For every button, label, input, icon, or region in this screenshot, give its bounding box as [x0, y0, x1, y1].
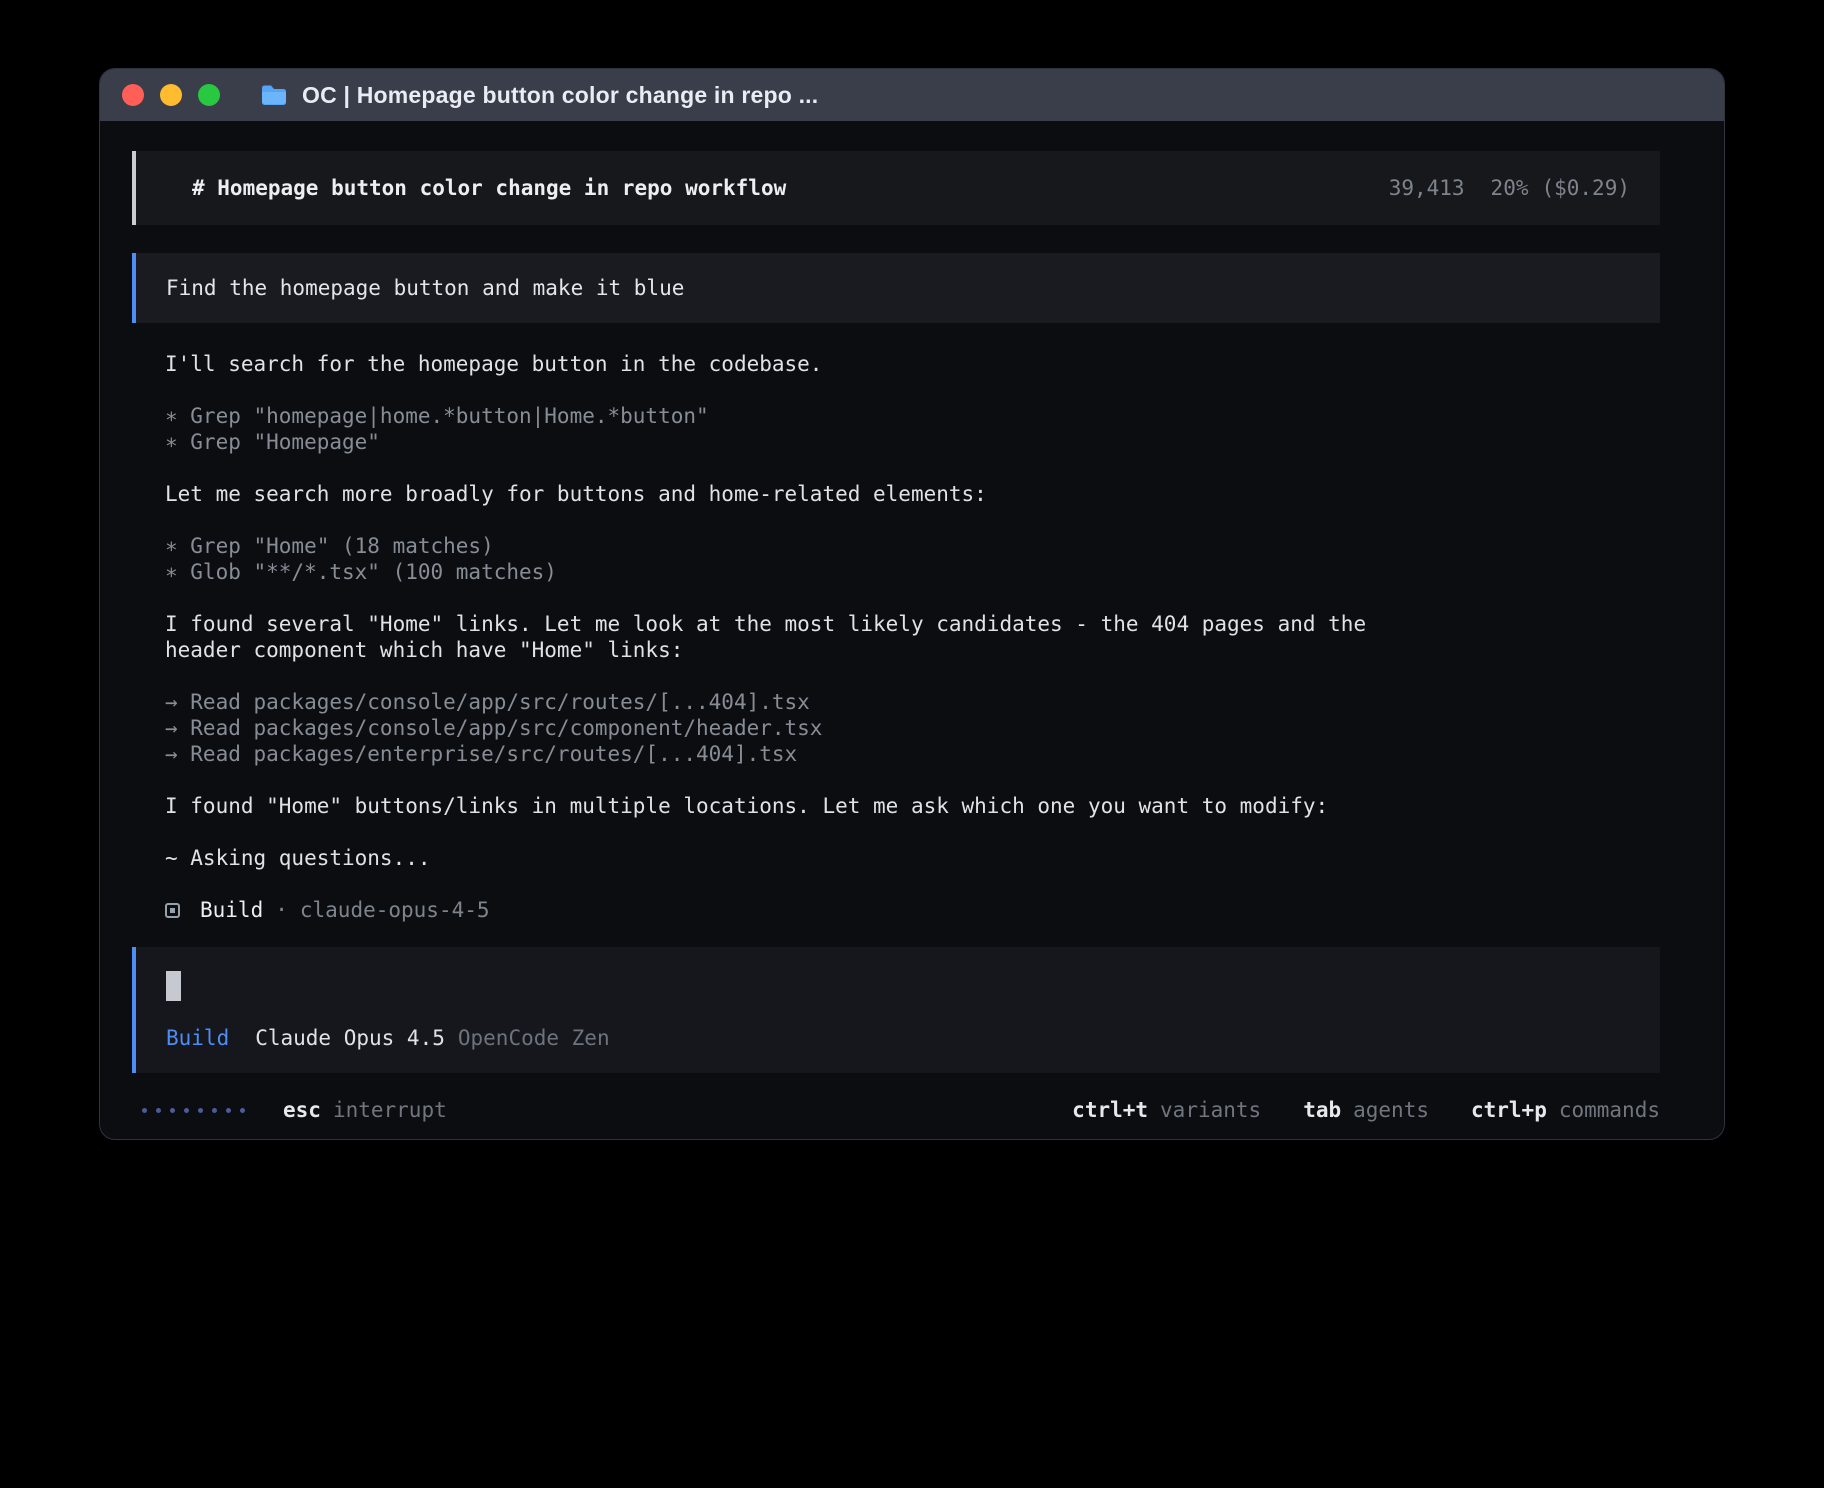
- asking-questions-status: ~ Asking questions...: [165, 845, 1415, 871]
- folder-icon: [260, 83, 288, 107]
- input-model-label[interactable]: Claude Opus 4.5: [255, 1025, 445, 1051]
- tool-call-grep[interactable]: ∗ Grep "Homepage": [165, 429, 1415, 455]
- session-header: # Homepage button color change in repo w…: [132, 151, 1660, 225]
- terminal-window: OC | Homepage button color change in rep…: [99, 68, 1725, 1140]
- prompt-input[interactable]: Build Claude Opus 4.5 OpenCode Zen: [132, 947, 1660, 1073]
- tool-call-read[interactable]: → Read packages/console/app/src/componen…: [165, 715, 1415, 741]
- tool-call-grep[interactable]: ∗ Grep "Home" (18 matches): [165, 533, 1415, 559]
- tool-call-group: ∗ Grep "homepage|home.*button|Home.*butt…: [165, 403, 1415, 455]
- assistant-text: Let me search more broadly for buttons a…: [165, 481, 1415, 507]
- agent-status-line: Build · claude-opus-4-5: [132, 897, 1660, 923]
- terminal-content: # Homepage button color change in repo w…: [100, 121, 1724, 1139]
- minimize-button[interactable]: [160, 84, 182, 106]
- assistant-text: I'll search for the homepage button in t…: [165, 351, 1415, 377]
- token-count: 39,413: [1389, 176, 1465, 200]
- hint-agents: tab agents: [1303, 1097, 1429, 1123]
- assistant-text: I found "Home" buttons/links in multiple…: [165, 793, 1415, 819]
- hint-commands: ctrl+p commands: [1471, 1097, 1660, 1123]
- tool-call-read[interactable]: → Read packages/console/app/src/routes/[…: [165, 689, 1415, 715]
- window-title: OC | Homepage button color change in rep…: [302, 82, 818, 109]
- context-percent: 20%: [1491, 176, 1529, 200]
- window-titlebar[interactable]: OC | Homepage button color change in rep…: [100, 69, 1724, 121]
- agent-name: Build: [200, 897, 263, 923]
- esc-key-label: interrupt: [333, 1097, 447, 1123]
- conversation: I'll search for the homepage button in t…: [132, 351, 1660, 871]
- session-title: # Homepage button color change in repo w…: [192, 175, 786, 201]
- input-agent-label[interactable]: Build: [166, 1025, 229, 1051]
- close-button[interactable]: [122, 84, 144, 106]
- traffic-lights: [122, 84, 220, 106]
- input-provider-label: OpenCode Zen: [458, 1025, 610, 1051]
- assistant-text: I found several "Home" links. Let me loo…: [165, 611, 1415, 663]
- user-message: Find the homepage button and make it blu…: [132, 253, 1660, 323]
- input-footer: Build Claude Opus 4.5 OpenCode Zen: [166, 1025, 1630, 1051]
- tool-call-group: → Read packages/console/app/src/routes/[…: [165, 689, 1415, 767]
- text-cursor: [166, 971, 181, 1001]
- tool-call-read[interactable]: → Read packages/enterprise/src/routes/[.…: [165, 741, 1415, 767]
- tool-call-grep[interactable]: ∗ Grep "homepage|home.*button|Home.*butt…: [165, 403, 1415, 429]
- tool-call-group: ∗ Grep "Home" (18 matches) ∗ Glob "**/*.…: [165, 533, 1415, 585]
- hint-variants: ctrl+t variants: [1072, 1097, 1261, 1123]
- session-stats: 39,413 20% ($0.29): [1389, 175, 1630, 201]
- agent-separator: ·: [275, 897, 288, 923]
- zoom-button[interactable]: [198, 84, 220, 106]
- agent-badge-icon: [165, 903, 180, 918]
- status-bar: esc interrupt ctrl+t variants tab agents…: [132, 1097, 1660, 1123]
- esc-key-hint: esc: [283, 1097, 321, 1123]
- session-cost: ($0.29): [1541, 176, 1630, 200]
- spinner-icon: [142, 1108, 245, 1113]
- tool-call-glob[interactable]: ∗ Glob "**/*.tsx" (100 matches): [165, 559, 1415, 585]
- agent-model: claude-opus-4-5: [300, 897, 490, 923]
- user-message-text: Find the homepage button and make it blu…: [166, 276, 684, 300]
